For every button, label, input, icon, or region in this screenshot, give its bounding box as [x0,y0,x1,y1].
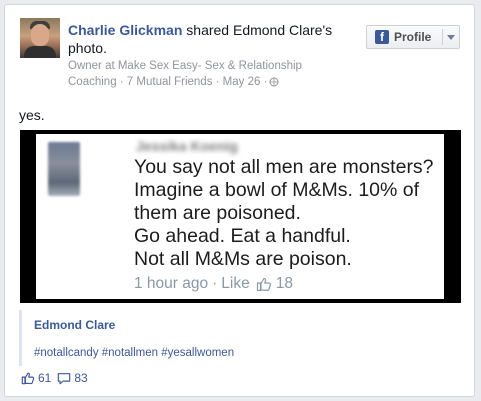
author-meta: Owner at Make Sex Easy- Sex & Relationsh… [68,58,358,90]
tweet-footer: 1 hour ago · Like 18 [134,275,293,292]
shared-attachment: Edmond Clare #notallcandy #notallmen #ye… [19,310,460,366]
comment-count[interactable]: 83 [74,371,87,385]
profile-button-label: Profile [394,30,432,44]
author-avatar[interactable] [20,18,60,58]
like-count[interactable]: 61 [38,371,51,385]
comment-icon[interactable] [57,372,71,385]
globe-icon [269,77,279,87]
tweet-author-name: Jessika Koenig [136,138,238,154]
tweet-line: them are poisoned. [134,202,301,224]
post-header: Charlie Glickman shared Edmond Clare's p… [68,21,358,90]
profile-button[interactable]: f Profile [366,25,460,49]
tweet-author-avatar [48,142,80,196]
shared-photo[interactable]: Jessika Koenig You say not all men are m… [20,130,461,303]
tweet-line: Not all M&Ms are poison. [134,248,352,270]
tweet-line: Imagine a bowl of M&Ms. 10% of [134,179,420,201]
author-meta-line2[interactable]: Coaching · 7 Mutual Friends · May 26 · [68,74,267,90]
engagement-counts: 61 83 [21,371,88,385]
tweet-text: You say not all men are monsters? Imagin… [134,156,439,271]
tweet-line: You say not all men are monsters? [134,156,434,178]
thumbs-up-icon[interactable] [21,371,35,385]
tweet-screenshot: Jessika Koenig You say not all men are m… [36,134,444,299]
tweet-like-label: Like [221,275,250,292]
author-name[interactable]: Charlie Glickman [68,22,182,38]
facebook-f-icon: f [375,30,389,44]
tweet-time: 1 hour ago [134,275,209,292]
hashtags[interactable]: #notallcandy #notallmen #yesallwomen [34,347,234,359]
original-poster-name[interactable]: Edmond Clare [34,318,115,332]
post-title: Charlie Glickman shared Edmond Clare's p… [68,21,358,57]
status-text: yes. [19,107,45,123]
thumbs-up-icon [256,277,271,292]
profile-divider [442,29,443,45]
tweet-like-count: 18 [275,275,293,292]
author-meta-line1: Owner at Make Sex Easy- Sex & Relationsh… [68,60,302,72]
post-card: Charlie Glickman shared Edmond Clare's p… [4,4,475,397]
chevron-down-icon[interactable] [447,35,455,40]
tweet-line: Go ahead. Eat a handful. [134,225,351,247]
